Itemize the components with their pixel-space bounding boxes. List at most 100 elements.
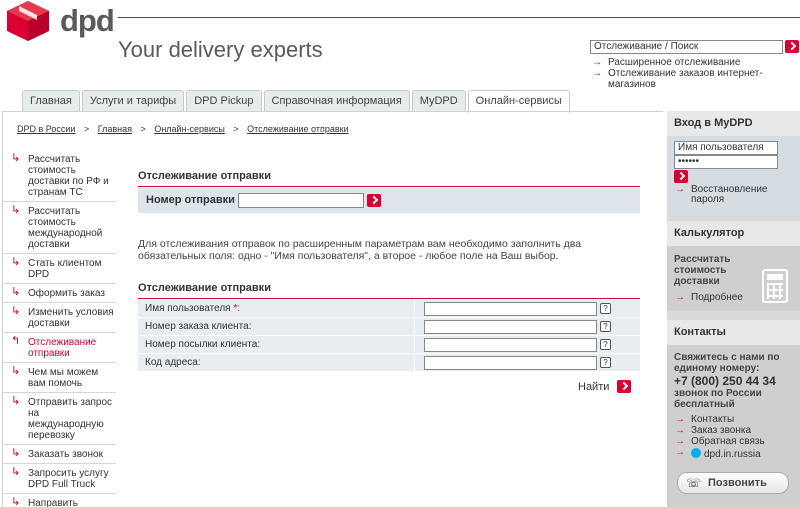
breadcrumb-separator: > [140, 124, 146, 134]
parcel-number-input[interactable] [424, 338, 597, 352]
help-icon[interactable]: ? [600, 321, 611, 332]
menu-item-tracking[interactable]: ↰ Отслеживание отправки [2, 333, 116, 363]
help-icon[interactable]: ? [600, 357, 611, 368]
advanced-tracking-link[interactable]: → Расширенное отслеживание [592, 57, 800, 68]
call-button-label: Позвонить [708, 477, 767, 489]
calculator-icon [762, 269, 788, 303]
menu-item-full-truck[interactable]: ↳ Запросить услугу DPD Full Truck [2, 464, 116, 494]
column-divider [414, 354, 415, 371]
breadcrumb-tracking[interactable]: Отслеживание отправки [247, 124, 348, 134]
mydpd-password-input[interactable]: •••••• [674, 155, 778, 169]
calculator-text: Рассчитать стоимость доставки [674, 254, 731, 287]
menu-item-place-order[interactable]: ↳ Оформить заказ [2, 284, 116, 303]
section-title-tracking: Отслеживание отправки [138, 170, 271, 182]
corner-arrow-icon: ↳ [11, 305, 21, 317]
help-icon[interactable]: ? [600, 339, 611, 350]
phone-icon: ☏ [686, 476, 702, 490]
corner-arrow-icon: ↳ [11, 204, 21, 216]
order-number-label: Номер заказа клиента: [145, 321, 252, 332]
form-row-username: Имя пользователя *: ? [138, 300, 640, 318]
contacts-link[interactable]: → Контакты [675, 415, 734, 425]
parcel-number-label: Номер посылки клиента: [145, 339, 261, 350]
logo-text: dpd [60, 3, 115, 38]
tab-mydpd[interactable]: MyDPD [411, 90, 466, 111]
order-number-input[interactable] [424, 320, 597, 334]
call-button[interactable]: ☏ Позвонить [677, 472, 789, 494]
form-row-parcel-number: Номер посылки клиента: ? [138, 336, 640, 354]
breadcrumb-home[interactable]: Главная [98, 124, 132, 134]
username-input[interactable] [424, 302, 597, 316]
arrow-right-icon: → [675, 447, 685, 458]
tracking-number-input[interactable] [238, 193, 364, 208]
tab-dpd-pickup[interactable]: DPD Pickup [186, 90, 262, 111]
arrow-right-icon: → [592, 57, 602, 68]
username-label: Имя пользователя *: [145, 303, 241, 314]
menu-item-international-request[interactable]: ↳ Отправить запрос на международную перев… [2, 393, 116, 445]
search-button[interactable] [785, 40, 799, 53]
arrow-right-icon: → [675, 414, 685, 425]
skype-icon [691, 448, 701, 458]
arrow-right-icon: → [592, 68, 602, 79]
required-mark: *: [233, 303, 241, 314]
corner-arrow-icon: ↳ [11, 466, 21, 478]
menu-item-calc-russia[interactable]: ↳ Рассчитать стоимость доставки по РФ и с… [2, 150, 116, 202]
menu-item-become-client[interactable]: ↳ Стать клиентом DPD [2, 254, 116, 284]
find-label[interactable]: Найти [578, 381, 609, 393]
dpd-logo[interactable]: dpd [5, 0, 115, 42]
menu-item-calc-international[interactable]: ↳ Рассчитать стоимость международной дост… [2, 202, 116, 254]
tab-home[interactable]: Главная [22, 90, 80, 111]
tab-reference[interactable]: Справочная информация [263, 90, 410, 111]
section-title-advanced: Отслеживание отправки [138, 282, 271, 294]
header-divider [118, 17, 800, 18]
menu-item-help[interactable]: ↳ Чем мы можем вам помочь [2, 363, 116, 393]
contacts-phone[interactable]: +7 (800) 250 44 34 [674, 374, 776, 388]
tagline: Your delivery experts [118, 37, 323, 62]
breadcrumb-separator: > [83, 124, 90, 134]
address-code-input[interactable] [424, 356, 597, 370]
corner-arrow-icon: ↳ [11, 365, 21, 377]
arrow-right-icon: → [675, 436, 685, 447]
skype-link[interactable]: → dpd.in.russia [675, 448, 761, 460]
help-icon[interactable]: ? [600, 303, 611, 314]
menu-item-order-call[interactable]: ↳ Заказать звонок [2, 445, 116, 464]
contacts-title: Контакты [667, 320, 800, 345]
form-row-order-number: Номер заказа клиента: ? [138, 318, 640, 336]
contacts-note: звонок по России бесплатный [674, 388, 762, 410]
tracking-number-row: Номер отправки [138, 188, 640, 213]
tracking-instructions: Для отслеживания отправок по расширенным… [138, 238, 582, 262]
tab-online-services[interactable]: Онлайн-сервисы [467, 90, 570, 113]
breadcrumb-online-services[interactable]: Онлайн-сервисы [154, 124, 225, 134]
mydpd-username-input[interactable]: Имя пользователя [674, 141, 778, 155]
advanced-tracking-form: Имя пользователя *: ? Номер заказа клиен… [138, 300, 640, 372]
feedback-link[interactable]: → Обратная связь [675, 437, 765, 447]
menu-item-change-delivery[interactable]: ↳ Изменить условия доставки [2, 303, 116, 333]
tracking-submit-button[interactable] [367, 194, 381, 207]
corner-arrow-icon: ↳ [11, 395, 21, 407]
column-divider [414, 336, 415, 353]
arrow-right-icon: → [675, 425, 685, 436]
search-input[interactable]: Отслеживание / Поиск [590, 40, 783, 54]
mydpd-login-button[interactable] [674, 170, 688, 183]
tracking-number-label: Номер отправки [146, 194, 235, 206]
breadcrumb: DPD в России > Главная > Онлайн-сервисы … [17, 124, 355, 134]
form-row-address-code: Код адреса: ? [138, 354, 640, 372]
order-call-link[interactable]: → Заказ звонка [675, 426, 751, 436]
page: dpd Your delivery experts Отслеживание /… [0, 0, 800, 507]
shop-tracking-link[interactable]: → Отслеживание заказов интернет-магазинов [592, 68, 800, 90]
main-tabs: Главная Услуги и тарифы DPD Pickup Справ… [22, 90, 570, 113]
breadcrumb-dpd-russia[interactable]: DPD в России [17, 124, 75, 134]
dpd-cube-icon [7, 1, 49, 41]
arrow-right-icon: → [675, 184, 685, 195]
menu-item-claim[interactable]: ↳Направить претензию [2, 494, 116, 507]
section-divider [138, 298, 640, 299]
section-divider [138, 186, 640, 187]
calculator-more-link[interactable]: → Подробнее [675, 293, 743, 303]
corner-arrow-icon: ↳ [11, 152, 21, 164]
address-code-label: Код адреса: [145, 357, 201, 368]
restore-password-link[interactable]: → Восстановление пароля [675, 185, 785, 205]
contacts-lead: Свяжитесь с нами по единому номеру: [674, 352, 780, 374]
find-button[interactable] [617, 380, 631, 393]
column-divider [414, 318, 415, 335]
return-arrow-icon: ↰ [11, 335, 21, 347]
tab-services[interactable]: Услуги и тарифы [81, 90, 185, 111]
